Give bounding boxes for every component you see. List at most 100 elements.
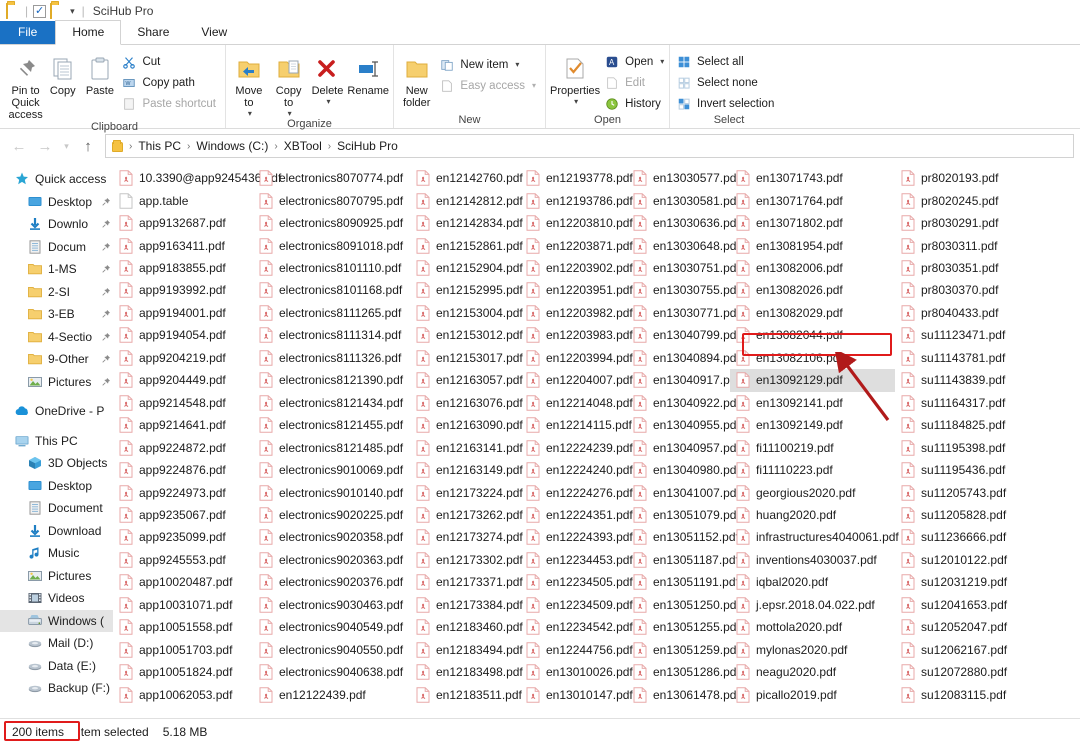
file-item[interactable]: en12224240.pdf xyxy=(520,459,633,481)
file-item[interactable]: electronics8111326.pdf xyxy=(253,347,410,369)
file-item[interactable]: app10020487.pdf xyxy=(113,571,253,593)
file-item[interactable]: electronics8070795.pdf xyxy=(253,189,410,211)
file-item[interactable]: en12153012.pdf xyxy=(410,324,523,346)
tab-home[interactable]: Home xyxy=(55,20,122,45)
file-item[interactable]: infrastructures4040061.pdf xyxy=(730,526,899,548)
sidebar-item-quick-access[interactable]: Quick access xyxy=(0,168,113,191)
up-arrow-icon[interactable]: ↑ xyxy=(75,133,101,159)
select-all-button[interactable]: Select all xyxy=(674,52,779,72)
file-item[interactable]: fi11100219.pdf xyxy=(730,436,895,458)
file-item[interactable]: en13082106.pdf xyxy=(730,347,895,369)
file-item[interactable]: fi11110223.pdf xyxy=(730,459,895,481)
file-item[interactable]: en13082006.pdf xyxy=(730,257,895,279)
file-item[interactable]: en12214115.pdf xyxy=(520,414,632,436)
file-item[interactable]: pr8020193.pdf xyxy=(895,167,1015,189)
tab-view[interactable]: View xyxy=(185,21,243,44)
file-item[interactable]: en13082044.pdf xyxy=(730,324,895,346)
file-item[interactable]: su12062167.pdf xyxy=(895,639,1015,661)
file-item[interactable]: en13030771.pdf xyxy=(627,302,740,324)
breadcrumb-this-pc[interactable]: This PC xyxy=(134,139,185,153)
file-item-selected[interactable]: en13092129.pdf xyxy=(730,369,895,392)
file-item[interactable]: pr8020245.pdf xyxy=(895,189,1015,211)
file-item[interactable]: electronics8101110.pdf xyxy=(253,257,410,279)
file-item[interactable]: en12153004.pdf xyxy=(410,302,523,324)
file-item[interactable]: en13051079.pdf xyxy=(627,504,740,526)
file-item[interactable]: en12183511.pdf xyxy=(410,683,522,705)
sidebar-item-desktop[interactable]: Desktop xyxy=(0,475,113,498)
file-item[interactable]: en12203871.pdf xyxy=(520,234,633,256)
file-item[interactable]: mottola2020.pdf xyxy=(730,616,895,638)
move-to-button[interactable]: Move to ▾ xyxy=(230,49,268,118)
file-item[interactable]: en12142760.pdf xyxy=(410,167,523,189)
file-item[interactable]: en13051191.pdf xyxy=(627,571,739,593)
file-item[interactable]: electronics9030463.pdf xyxy=(253,594,410,616)
sidebar-item-docum[interactable]: Docum xyxy=(0,236,113,259)
file-item[interactable]: en12203951.pdf xyxy=(520,279,633,301)
file-item[interactable]: en12203994.pdf xyxy=(520,347,633,369)
edit-button[interactable]: Edit xyxy=(602,73,669,93)
copy-button[interactable]: Copy xyxy=(45,49,80,97)
sidebar-item-windows[interactable]: Windows ( xyxy=(0,609,113,632)
file-item[interactable]: en12163090.pdf xyxy=(410,414,523,436)
sidebar-item-2-si[interactable]: 2-SI xyxy=(0,281,113,304)
file-item[interactable]: en12183460.pdf xyxy=(410,616,523,638)
file-item[interactable]: en12122439.pdf xyxy=(253,683,410,705)
file-item[interactable]: en13040957.pdf xyxy=(627,436,740,458)
file-item[interactable]: en12152904.pdf xyxy=(410,257,523,279)
chevron-down-icon-newitem[interactable]: ▾ xyxy=(515,58,519,72)
breadcrumb-xbtool[interactable]: XBTool xyxy=(280,139,326,153)
file-item[interactable]: electronics8090925.pdf xyxy=(253,212,410,234)
file-item[interactable]: en13071802.pdf xyxy=(730,212,895,234)
new-item-button[interactable]: New item ▾ xyxy=(437,55,541,75)
chevron-down-icon[interactable]: ▾ xyxy=(68,6,77,17)
file-item[interactable]: en13040894.pdf xyxy=(627,347,740,369)
file-item[interactable]: app9204219.pdf xyxy=(113,347,253,369)
file-item[interactable]: en13081954.pdf xyxy=(730,234,895,256)
file-item[interactable]: en13041007.pdf xyxy=(627,481,740,503)
recent-locations-icon[interactable]: ▾ xyxy=(58,133,75,159)
file-item[interactable]: app10062053.pdf xyxy=(113,683,253,705)
file-item[interactable]: su11205743.pdf xyxy=(895,481,1015,503)
file-item[interactable]: app9194054.pdf xyxy=(113,324,253,346)
sidebar-item-this-pc[interactable]: This PC xyxy=(0,430,113,453)
file-item[interactable]: electronics8121434.pdf xyxy=(253,392,410,414)
file-item[interactable]: app10051824.pdf xyxy=(113,661,253,683)
copy-to-button[interactable]: Copy to ▾ xyxy=(270,49,308,118)
file-item[interactable]: en12203902.pdf xyxy=(520,257,633,279)
file-item[interactable]: en12183494.pdf xyxy=(410,639,523,661)
sidebar-item-backup-f[interactable]: Backup (F:) xyxy=(0,677,113,700)
file-item[interactable]: georgious2020.pdf xyxy=(730,481,895,503)
sidebar-item-1-ms[interactable]: 1-MS xyxy=(0,258,113,281)
file-item[interactable]: en13030751.pdf xyxy=(627,257,740,279)
pin-icon[interactable] xyxy=(101,377,111,387)
file-item[interactable]: su12010122.pdf xyxy=(895,549,1015,571)
open-button[interactable]: A Open ▾ xyxy=(602,52,669,72)
file-item[interactable]: electronics9010069.pdf xyxy=(253,459,410,481)
file-item[interactable]: su11143781.pdf xyxy=(895,347,1015,369)
file-item[interactable]: en13030755.pdf xyxy=(627,279,740,301)
pin-icon[interactable] xyxy=(101,264,111,274)
file-item[interactable]: electronics8101168.pdf xyxy=(253,279,410,301)
sidebar-item-videos[interactable]: Videos xyxy=(0,587,113,610)
chevron-down-icon-easyaccess[interactable]: ▾ xyxy=(532,79,536,93)
file-item[interactable]: en13040955.pdf xyxy=(627,414,740,436)
file-item[interactable]: en13092141.pdf xyxy=(730,392,895,414)
file-item[interactable]: en13071764.pdf xyxy=(730,189,895,211)
pin-icon[interactable] xyxy=(101,197,111,207)
file-item[interactable]: en13040980.pdf xyxy=(627,459,740,481)
file-item[interactable]: app9245553.pdf xyxy=(113,549,253,571)
checkbox-icon[interactable]: ✓ xyxy=(33,4,47,18)
file-item[interactable]: en13010026.pdf xyxy=(520,661,633,683)
file-item[interactable]: en13051255.pdf xyxy=(627,616,740,638)
file-item[interactable]: su11195436.pdf xyxy=(895,459,1015,481)
sidebar-item-3d-objects[interactable]: 3D Objects xyxy=(0,452,113,475)
file-item[interactable]: electronics8121390.pdf xyxy=(253,369,410,391)
sidebar-item-4-sectio[interactable]: 4-Sectio xyxy=(0,326,113,349)
properties-button[interactable]: Properties ▾ xyxy=(550,49,600,106)
file-item[interactable]: su12031219.pdf xyxy=(895,571,1015,593)
file-item[interactable]: electronics8121455.pdf xyxy=(253,414,410,436)
file-item[interactable]: en12183498.pdf xyxy=(410,661,523,683)
file-item[interactable]: electronics8070774.pdf xyxy=(253,167,410,189)
file-item[interactable]: electronics9020358.pdf xyxy=(253,526,410,548)
sidebar-item-mail-d[interactable]: Mail (D:) xyxy=(0,632,113,655)
